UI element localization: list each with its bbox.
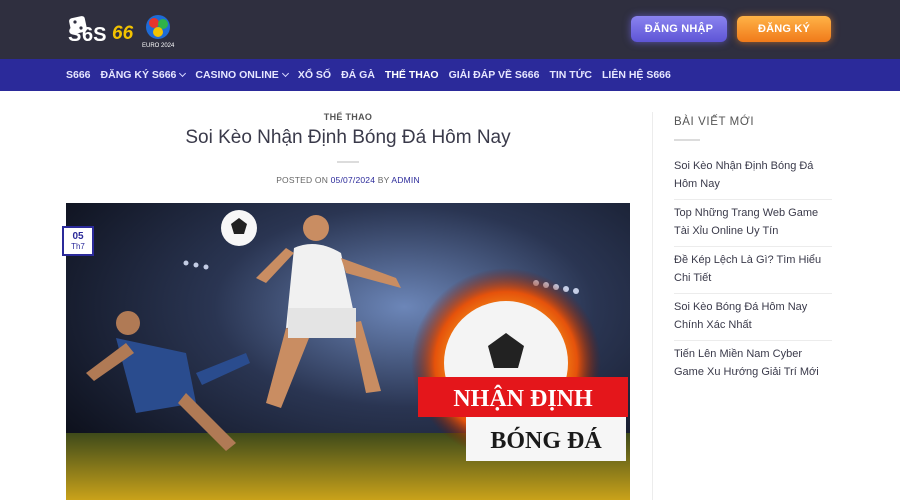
recent-post-link[interactable]: Đề Kép Lệch Là Gì? Tìm Hiểu Chi Tiết <box>674 247 832 294</box>
nav-item[interactable]: GIẢI ĐÁP VỀ S666 <box>449 69 540 81</box>
badge-month: Th7 <box>71 242 85 251</box>
nav-list: S666 ĐĂNG KÝ S666 CASINO ONLINE XỔ SỐ ĐÁ GÀ T… <box>66 59 681 91</box>
meta-by: BY <box>377 175 390 185</box>
nav-item[interactable]: ĐĂNG KÝ S666 <box>100 69 187 81</box>
svg-text:6S: 6S <box>82 24 106 46</box>
recent-post-link[interactable]: Soi Kèo Nhận Định Bóng Đá Hôm Nay <box>674 153 832 200</box>
nav-item-label: ĐÁ GÀ <box>341 69 375 81</box>
nav-item[interactable]: TIN TỨC <box>549 69 592 81</box>
nav-item[interactable]: S666 <box>66 69 91 81</box>
article-category[interactable]: THỂ THAO <box>66 112 630 122</box>
login-button[interactable]: ĐĂNG NHẬP <box>631 16 727 42</box>
nav-item-label: TIN TỨC <box>549 69 592 81</box>
site-logo[interactable]: S 6S 66 EURO 2024 <box>68 11 176 49</box>
logo-subtitle: EURO 2024 <box>142 43 175 49</box>
nav-item[interactable]: LIÊN HỆ S666 <box>602 69 671 81</box>
nav-item-label: XỔ SỐ <box>297 69 332 81</box>
sidebar-divider <box>652 112 653 500</box>
nav-item[interactable]: CASINO ONLINE <box>195 69 289 81</box>
register-button[interactable]: ĐĂNG KÝ <box>737 16 831 42</box>
date-badge: 05 Th7 <box>62 226 94 256</box>
nav-item-label: S666 <box>66 69 91 81</box>
sidebar-title-underline <box>674 139 700 141</box>
chevron-down-icon <box>281 69 289 78</box>
nav-item[interactable]: XỔ SỐ <box>298 69 331 81</box>
hero-text-line2: BÓNG ĐÁ <box>490 427 602 454</box>
nav-item-label: GIẢI ĐÁP VỀ S666 <box>448 69 540 81</box>
meta-prefix: POSTED ON <box>276 175 329 185</box>
title-divider <box>337 161 359 163</box>
nav-item-label: CASINO ONLINE <box>195 69 279 81</box>
main-nav: S666 ĐĂNG KÝ S666 CASINO ONLINE XỔ SỐ ĐÁ GÀ T… <box>0 59 900 91</box>
post-author[interactable]: ADMIN <box>391 175 419 185</box>
nav-item-label: ĐĂNG KÝ S666 <box>100 69 177 81</box>
post-date[interactable]: 05/07/2024 <box>331 175 376 185</box>
nav-item[interactable]: THỂ THAO <box>385 69 439 81</box>
hero-text-line1: NHẬN ĐỊNH <box>453 386 593 412</box>
featured-image[interactable]: NHẬN ĐỊNH BÓNG ĐÁ <box>66 203 630 500</box>
svg-text:66: 66 <box>112 23 134 44</box>
post-meta: POSTED ON 05/07/2024 BY ADMIN <box>66 175 630 185</box>
site-header: S 6S 66 EURO 2024 ĐĂNG NHẬP ĐĂNG KÝ <box>0 0 900 59</box>
sidebar-title: BÀI VIẾT MỚI <box>674 116 755 128</box>
svg-text:S: S <box>68 24 81 46</box>
nav-item[interactable]: ĐÁ GÀ <box>341 69 375 81</box>
badge-day: 05 <box>72 231 84 242</box>
page-title: Soi Kèo Nhận Định Bóng Đá Hôm Nay <box>185 127 511 148</box>
nav-item-label: LIÊN HỆ S666 <box>602 69 671 81</box>
recent-post-link[interactable]: Soi Kèo Bóng Đá Hôm Nay Chính Xác Nhất <box>674 294 832 341</box>
nav-item-label: THỂ THAO <box>384 69 439 81</box>
recent-post-link[interactable]: Top Những Trang Web Game Tài Xỉu Online … <box>674 200 832 247</box>
recent-post-link[interactable]: Tiến Lên Miền Nam Cyber Game Xu Hướng Gi… <box>674 341 832 387</box>
recent-posts-list: Soi Kèo Nhận Định Bóng Đá Hôm Nay Top Nhữ… <box>674 153 832 387</box>
chevron-down-icon <box>179 69 187 78</box>
